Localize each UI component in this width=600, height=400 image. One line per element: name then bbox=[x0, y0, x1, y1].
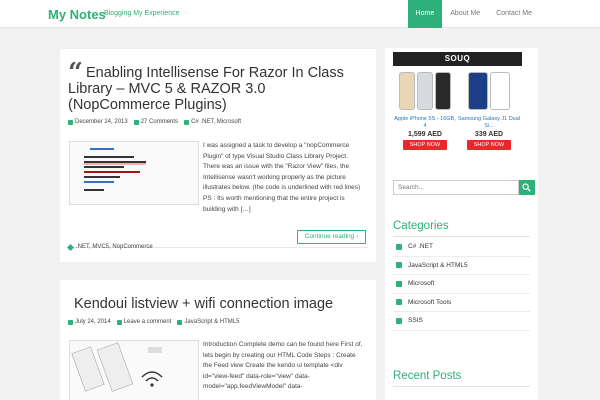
recent-posts-title: Recent Posts bbox=[393, 370, 462, 382]
shop-now-button[interactable]: SHOP NOW bbox=[403, 140, 447, 150]
souq-logo: SOUQ bbox=[393, 52, 522, 66]
calendar-icon bbox=[68, 319, 73, 325]
post-comments-link[interactable]: 27 Comments bbox=[141, 119, 178, 125]
post-tags: .NET, MVC5, NopCommerce bbox=[66, 243, 153, 251]
widget-divider bbox=[393, 236, 530, 237]
site-header: My Notes Blogging My Experience Home Abo… bbox=[0, 0, 600, 28]
folder-icon bbox=[396, 243, 402, 250]
category-item[interactable]: JavaScript & HTML5 bbox=[393, 257, 530, 275]
wifi-screenshot-image bbox=[70, 341, 198, 400]
widget-divider bbox=[393, 386, 530, 387]
ad-product-name[interactable]: Samsung Galaxy J1 Dual Si... bbox=[457, 116, 521, 130]
comment-icon bbox=[133, 119, 139, 125]
folder-icon bbox=[177, 319, 183, 325]
site-brand[interactable]: My Notes bbox=[48, 7, 106, 22]
post-excerpt: I was assigned a task to develop a "nopC… bbox=[203, 142, 361, 213]
folder-icon bbox=[396, 280, 402, 287]
souq-ad-banner[interactable]: SOUQ Apple iPhone 5S - 16GB, 4 1,599 AED… bbox=[393, 52, 522, 160]
category-item[interactable]: SSIS bbox=[393, 312, 530, 331]
continue-reading-button[interactable]: Continue reading › bbox=[297, 230, 366, 244]
categories-list: C# .NET JavaScript & HTML5 Microsoft Mic… bbox=[393, 238, 530, 331]
ad-product-name[interactable]: Apple iPhone 5S - 16GB, 4 bbox=[393, 116, 457, 130]
iphone-image bbox=[393, 66, 457, 116]
post-thumbnail[interactable] bbox=[69, 340, 199, 400]
quote-icon: “ bbox=[68, 58, 83, 88]
search-input[interactable] bbox=[393, 180, 519, 195]
post-categories[interactable]: C# .NET, Microsoft bbox=[191, 119, 241, 125]
categories-title: Categories bbox=[393, 220, 449, 232]
post-meta: December 24, 2013 27 Comments C# .NET, M… bbox=[68, 119, 241, 125]
post-title[interactable]: Kendoui listview + wifi connection image bbox=[74, 296, 368, 312]
tag-icon bbox=[66, 243, 75, 251]
post-categories[interactable]: JavaScript & HTML5 bbox=[184, 319, 239, 325]
category-item[interactable]: Microsoft bbox=[393, 275, 530, 294]
post-card: “Enabling Intellisense For Razor In Clas… bbox=[60, 49, 376, 262]
post-excerpt: Introduction Complete demo can be found … bbox=[203, 341, 363, 391]
nav-about-me[interactable]: About Me bbox=[442, 0, 488, 28]
ad-product[interactable]: Samsung Galaxy J1 Dual Si... 339 AED SHO… bbox=[457, 66, 521, 150]
category-item[interactable]: C# .NET bbox=[393, 238, 530, 257]
category-item[interactable]: Microsoft Tools bbox=[393, 294, 530, 312]
ad-product-price: 1,599 AED bbox=[408, 131, 442, 138]
sidebar: SOUQ Apple iPhone 5S - 16GB, 4 1,599 AED… bbox=[385, 48, 538, 400]
post-card: Kendoui listview + wifi connection image… bbox=[60, 280, 376, 400]
main-nav: Home About Me Contact Me bbox=[407, 0, 540, 28]
galaxy-image bbox=[457, 66, 521, 116]
comment-icon bbox=[116, 319, 122, 325]
site-tagline: Blogging My Experience bbox=[104, 10, 180, 17]
post-date[interactable]: December 24, 2013 bbox=[75, 119, 128, 125]
folder-icon bbox=[396, 299, 402, 306]
nav-contact-me[interactable]: Contact Me bbox=[488, 0, 540, 28]
post-title[interactable]: “Enabling Intellisense For Razor In Clas… bbox=[68, 58, 368, 113]
folder-icon bbox=[396, 317, 402, 324]
search-icon bbox=[522, 183, 531, 192]
shop-now-button[interactable]: SHOP NOW bbox=[467, 140, 511, 150]
code-screenshot-image bbox=[70, 142, 198, 204]
post-date[interactable]: July 24, 2014 bbox=[75, 319, 111, 325]
post-comments-link[interactable]: Leave a comment bbox=[124, 319, 172, 325]
search-button[interactable] bbox=[519, 180, 535, 195]
nav-home[interactable]: Home bbox=[407, 0, 443, 28]
post-thumbnail[interactable] bbox=[69, 141, 199, 205]
folder-icon bbox=[184, 119, 190, 125]
post-meta: July 24, 2014 Leave a comment JavaScript… bbox=[68, 319, 239, 325]
ad-product[interactable]: Apple iPhone 5S - 16GB, 4 1,599 AED SHOP… bbox=[393, 66, 457, 150]
folder-icon bbox=[396, 262, 402, 269]
post-tag-list[interactable]: .NET, MVC5, NopCommerce bbox=[76, 244, 153, 250]
calendar-icon bbox=[68, 119, 73, 125]
ad-product-price: 339 AED bbox=[474, 131, 504, 138]
